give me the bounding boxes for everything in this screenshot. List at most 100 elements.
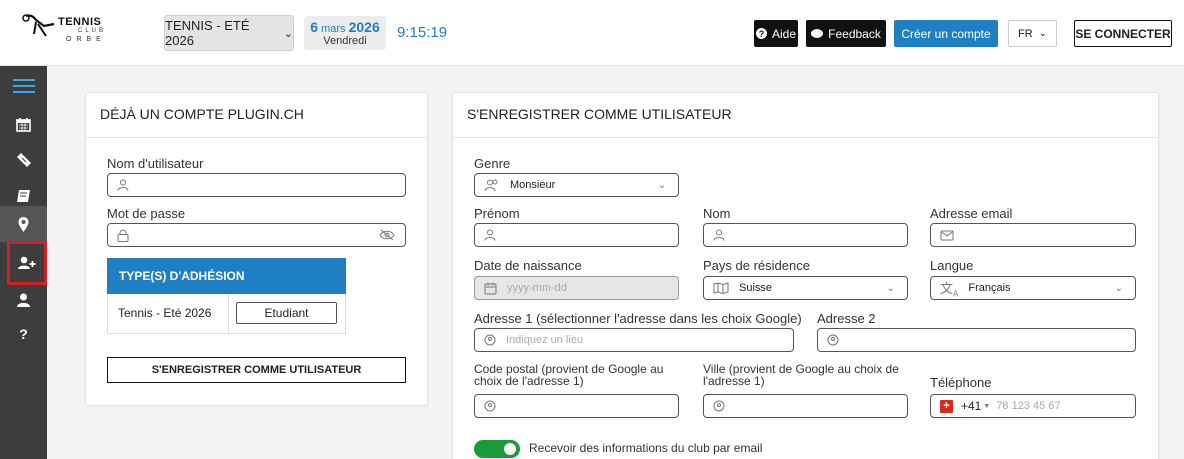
chevron-down-icon: ⌄ — [283, 27, 293, 40]
birthdate-label: Date de naissance — [474, 258, 582, 273]
users-icon — [484, 179, 498, 191]
lock-icon — [117, 229, 129, 242]
feedback-button[interactable]: Feedback — [806, 20, 886, 47]
gender-value: Monsieur — [510, 179, 556, 191]
sidebar-item-tickets[interactable] — [0, 142, 47, 178]
menu-toggle[interactable] — [0, 68, 47, 104]
date-day: 6 — [310, 19, 319, 35]
user-add-icon — [18, 256, 36, 269]
comment-icon — [811, 29, 824, 38]
location-icon — [484, 400, 496, 412]
language-value: FR — [1017, 27, 1033, 40]
membership-type-select[interactable]: Etudiant — [236, 302, 337, 324]
calendar-icon — [16, 117, 31, 132]
newsletter-label: Recevoir des informations du club par em… — [529, 441, 763, 455]
postal-code-input[interactable] — [474, 394, 679, 418]
sidebar-item-register[interactable] — [7, 241, 47, 285]
help-button[interactable]: ? Aide — [754, 20, 798, 47]
phone-prefix[interactable]: +41 — [961, 399, 981, 413]
eye-slash-icon[interactable] — [379, 229, 395, 241]
divider — [453, 137, 1158, 138]
register-card-title: S'ENREGISTRER COMME UTILISATEUR — [467, 106, 732, 122]
location-icon — [827, 334, 839, 346]
username-label: Nom d'utilisateur — [107, 156, 204, 171]
chevron-down-icon: ⌄ — [657, 179, 666, 191]
user-icon — [17, 293, 30, 307]
chevron-down-icon: ⌄ — [886, 282, 895, 294]
season-label: TENNIS - ETÉ 2026 — [165, 18, 250, 48]
postal-label-line2: choix de l'adresse 1) — [474, 374, 584, 388]
divider — [228, 294, 229, 333]
firstname-label: Prénom — [474, 206, 520, 221]
sidebar-item-help[interactable]: ? — [0, 316, 47, 352]
username-input[interactable] — [107, 173, 406, 197]
feedback-label: Feedback — [828, 26, 881, 41]
phone-input[interactable]: + +41 ▼ 78 123 45 67 — [930, 394, 1136, 418]
sidebar: ? — [0, 66, 47, 459]
sidebar-item-location[interactable] — [0, 206, 47, 242]
address1-label: Adresse 1 (sélectionner l'adresse dans l… — [474, 311, 802, 326]
address1-input[interactable]: Indiquez un lieu — [474, 328, 794, 352]
date-month: mars — [321, 23, 346, 35]
address2-label: Adresse 2 — [817, 311, 876, 326]
user-icon — [117, 179, 129, 191]
sidebar-item-calendar[interactable] — [0, 106, 47, 142]
location-icon — [484, 334, 496, 346]
help-icon: ? — [19, 326, 28, 342]
country-select[interactable]: Suisse ⌄ — [703, 276, 908, 300]
ticket-icon — [16, 153, 31, 167]
question-circle-icon: ? — [755, 28, 767, 39]
help-label: Aide — [771, 26, 797, 41]
postal-label: Code postal (provient de Google au choix… — [474, 363, 663, 387]
chevron-down-icon: ⌄ — [1114, 282, 1123, 294]
birthdate-placeholder: yyyy-mm-dd — [507, 282, 567, 294]
swiss-flag-icon[interactable]: + — [940, 399, 953, 413]
login-card-register-button[interactable]: S'ENREGISTRER COMME UTILISATEUR — [107, 357, 406, 383]
language-label: Langue — [930, 258, 974, 273]
translate-icon: 文A — [940, 280, 959, 299]
envelope-icon — [940, 230, 954, 240]
language-selector[interactable]: FR ⌄ — [1008, 20, 1057, 47]
logo-name: TENNIS — [58, 16, 102, 28]
password-input[interactable] — [107, 223, 406, 247]
user-icon — [484, 229, 496, 241]
membership-name: Tennis - Eté 2026 — [118, 306, 212, 320]
birthdate-input[interactable]: yyyy-mm-dd — [474, 276, 679, 300]
gender-select[interactable]: Monsieur ⌄ — [474, 173, 679, 197]
user-icon — [713, 229, 725, 241]
create-account-button[interactable]: Créer un compte — [894, 20, 998, 47]
lastname-label: Nom — [703, 206, 731, 221]
language-select[interactable]: 文A Français ⌄ — [930, 276, 1136, 300]
newsletter-toggle[interactable] — [474, 440, 520, 458]
login-card-title: DÉJÀ UN COMPTE PLUGIN.CH — [100, 106, 304, 122]
gender-label: Genre — [474, 156, 511, 171]
book-icon — [17, 190, 30, 202]
lastname-input[interactable] — [703, 223, 908, 247]
club-logo[interactable]: TENNIS CLUB ORBE — [18, 10, 128, 54]
date-year: 2026 — [348, 19, 380, 35]
location-icon — [713, 400, 725, 412]
city-label-line2: l'adresse 1) — [703, 374, 765, 388]
address2-input[interactable] — [817, 328, 1136, 352]
chevron-down-icon: ⌄ — [1038, 28, 1048, 39]
tennis-player-logo-icon — [22, 14, 55, 37]
email-input[interactable] — [930, 223, 1136, 247]
season-selector[interactable]: TENNIS - ETÉ 2026 ⌄ — [164, 15, 294, 51]
city-input[interactable] — [703, 394, 908, 418]
country-value: Suisse — [739, 282, 773, 294]
firstname-input[interactable] — [474, 223, 679, 247]
map-icon — [713, 282, 729, 294]
sidebar-item-account[interactable] — [0, 282, 47, 318]
city-label: Ville (provient de Google au choix de l'… — [703, 363, 899, 387]
phone-label: Téléphone — [930, 375, 992, 390]
current-time: 9:15:19 — [397, 24, 448, 41]
menu-icon — [12, 79, 35, 93]
country-label: Pays de résidence — [703, 258, 810, 273]
date-weekday: Vendredi — [323, 35, 367, 47]
calendar-icon — [484, 282, 497, 294]
language-value: Français — [968, 282, 1011, 294]
address1-placeholder: Indiquez un lieu — [506, 334, 584, 346]
login-button[interactable]: SE CONNECTER — [1074, 20, 1172, 47]
logo-city: ORBE — [66, 36, 106, 43]
divider — [86, 137, 427, 138]
